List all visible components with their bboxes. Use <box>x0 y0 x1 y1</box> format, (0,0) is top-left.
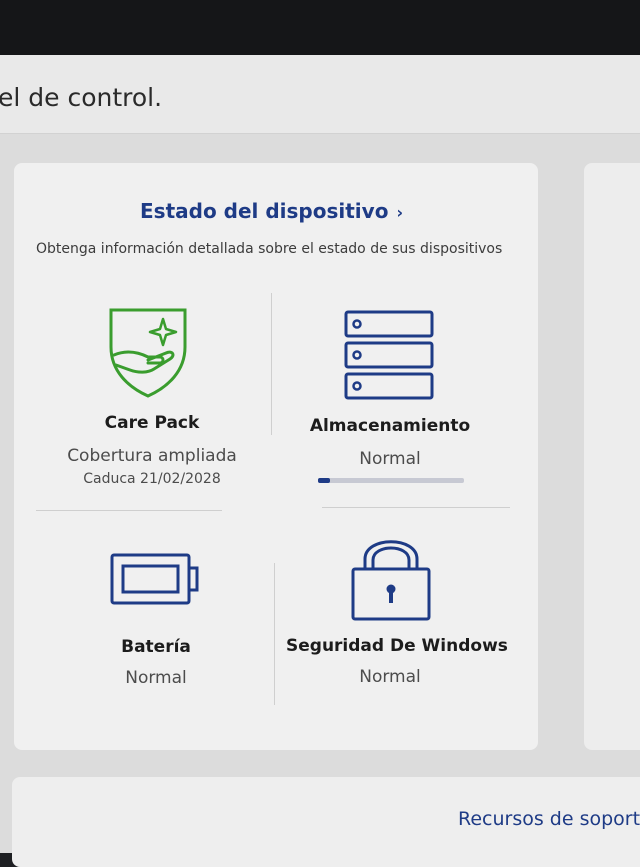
storage-status: Normal <box>359 449 421 469</box>
support-resources-link[interactable]: Recursos de soport <box>458 808 640 830</box>
app-window: el de control. Estado del dispositivo › O… <box>0 55 640 867</box>
windows-security-status: Normal <box>359 667 421 687</box>
divider-horizontal-right <box>322 507 510 508</box>
shield-hand-sparkle-icon <box>109 308 187 398</box>
care-pack-title: Care Pack <box>104 413 200 433</box>
care-pack-status: Cobertura ampliada <box>67 446 237 466</box>
windows-security-title: Seguridad De Windows <box>286 636 508 656</box>
device-status-description: Obtenga información detallada sobre el e… <box>36 241 503 257</box>
battery-title: Batería <box>121 637 191 657</box>
chevron-right-icon: › <box>396 203 404 222</box>
screen-bezel <box>0 0 640 55</box>
storage-title: Almacenamiento <box>309 416 471 436</box>
adjacent-card <box>584 163 640 750</box>
storage-usage-fill <box>318 478 330 483</box>
page-title: el de control. <box>0 83 163 112</box>
divider-vertical-top <box>271 293 272 435</box>
server-stack-icon <box>344 310 434 400</box>
divider-vertical-bottom <box>274 563 275 705</box>
storage-usage-bar <box>318 478 464 483</box>
padlock-icon <box>351 540 431 621</box>
battery-status: Normal <box>125 668 187 688</box>
device-status-heading-label: Estado del dispositivo <box>140 199 389 223</box>
care-pack-expiry: Caduca 21/02/2028 <box>83 471 221 487</box>
header-bar: el de control. <box>0 55 640 134</box>
device-status-link[interactable]: Estado del dispositivo › <box>140 199 403 223</box>
battery-icon <box>110 553 199 605</box>
divider-horizontal-left <box>36 510 222 511</box>
